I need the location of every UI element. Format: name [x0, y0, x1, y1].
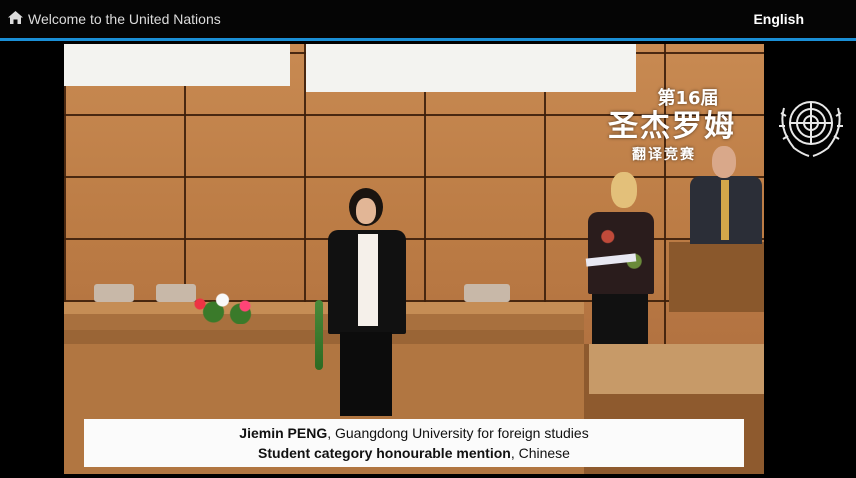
caption-line-2: Student category honourable mention, Chi… — [84, 443, 744, 463]
event-logo-edition: 第16届 — [657, 88, 719, 109]
home-label: Welcome to the United Nations — [28, 11, 221, 27]
side-desk-top — [589, 344, 764, 394]
lectern — [669, 242, 764, 312]
un-emblem-icon — [774, 88, 848, 162]
awardee-name: Jiemin PENG — [239, 425, 328, 441]
chair — [94, 284, 134, 302]
video-frame[interactable]: 第16届 圣杰罗姆 翻译竞赛 — [64, 44, 764, 474]
event-logo-subtitle: 翻译竞赛 — [632, 147, 696, 163]
home-icon — [8, 11, 28, 27]
flower-arrangement — [182, 284, 272, 324]
event-logo-title: 圣杰罗姆 — [608, 109, 736, 144]
accent-bar — [0, 38, 856, 41]
award-language: , Chinese — [510, 445, 570, 461]
person-presenter — [588, 212, 654, 294]
speaker-tie — [721, 180, 729, 240]
presenter-head — [611, 172, 637, 208]
award-category: Student category honourable mention — [258, 445, 511, 461]
event-logo: 第16届 圣杰罗姆 翻译竞赛 — [582, 84, 762, 164]
awardee-legs — [340, 332, 392, 416]
caption-line-1: Jiemin PENG, Guangdong University for fo… — [84, 423, 744, 443]
top-bar: Welcome to the United Nations English — [0, 0, 856, 38]
awardee-face — [356, 198, 376, 224]
caption-lower-third: Jiemin PENG, Guangdong University for fo… — [84, 419, 744, 467]
awardee-shirt — [358, 234, 378, 326]
language-selector[interactable]: English — [753, 0, 804, 38]
flower-vine — [315, 300, 323, 370]
presenter-legs — [592, 292, 648, 344]
home-link[interactable]: Welcome to the United Nations — [8, 0, 221, 38]
projection-screen — [64, 44, 290, 86]
chair — [464, 284, 510, 302]
awardee-affiliation: , Guangdong University for foreign studi… — [327, 425, 589, 441]
